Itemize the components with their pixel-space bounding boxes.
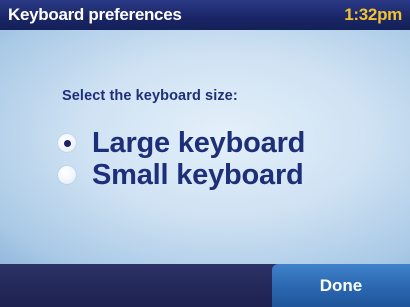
done-label: Done: [319, 275, 363, 295]
radio-button-large-keyboard[interactable]: [58, 134, 76, 152]
option-label-large-keyboard: Large keyboard: [92, 126, 306, 159]
radio-selected-dot: [63, 139, 71, 147]
title-bar: Keyboard preferences 1:32pm: [0, 0, 410, 30]
clock: 1:32pm: [344, 5, 402, 24]
keyboard-size-prompt: Select the keyboard size:: [62, 88, 238, 104]
content-panel: Select the keyboard size: Large keyboard…: [0, 30, 410, 264]
option-large-keyboard[interactable]: Large keyboard: [58, 126, 305, 160]
option-label-small-keyboard: Small keyboard: [92, 158, 304, 191]
page-title: Keyboard preferences: [8, 5, 182, 24]
radio-button-small-keyboard[interactable]: [58, 166, 76, 184]
done-button[interactable]: Done: [272, 264, 410, 307]
option-small-keyboard[interactable]: Small keyboard: [58, 158, 304, 192]
device-screen: Keyboard preferences 1:32pm Select the k…: [0, 0, 410, 307]
